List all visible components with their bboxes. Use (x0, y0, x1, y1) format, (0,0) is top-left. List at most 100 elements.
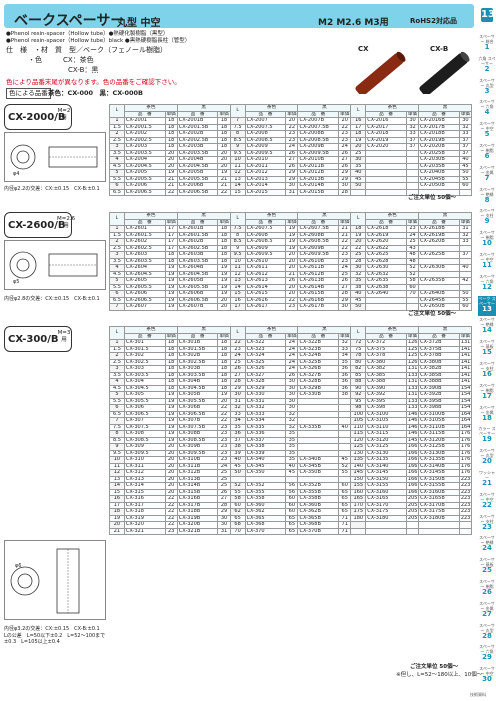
index-tab-13[interactable]: ベーク スペーサー 13 (478, 295, 496, 316)
price-cell: 176 (458, 449, 473, 457)
length-cell (350, 527, 367, 535)
part-number-cell (365, 527, 407, 535)
index-tab-8[interactable]: スペーサー 絶縁 8 (478, 187, 496, 207)
index-tab-number: 5 (484, 130, 490, 139)
price-cell: 166 (405, 469, 420, 477)
col-header-price: 単価 (338, 110, 352, 118)
length-cell: 70 (229, 527, 246, 535)
footer-label: 技術資料 (470, 692, 486, 697)
price-cell: 125 (405, 352, 420, 360)
part-number-cell: CX-321 (123, 527, 166, 535)
price-cell: 154 (458, 384, 473, 392)
index-tab-29[interactable]: スペーサー 六角 29 (478, 644, 496, 664)
index-tab-6[interactable]: スペーサー 樹脂 6 (478, 143, 496, 163)
col-header-l: L (350, 104, 367, 118)
price-cell: 223 (458, 488, 473, 496)
index-tab-19[interactable]: カラー スペーサー 19 (478, 426, 496, 446)
section-header-cx2600: CX-2600/B M=2.6用 (4, 212, 76, 238)
spec-cx-color: ：茶色 (72, 56, 94, 64)
spec-table-cx300: L 茶色黒 L 茶色黒 L 茶色黒品 番単価品 番単価品 番単価品 番単価品 番単価品 番… (109, 326, 473, 535)
index-tab-17[interactable]: スペーサー 樹脂 17 (478, 383, 496, 403)
index-tab-9[interactable]: スペーサー 支柱 9 (478, 208, 496, 228)
price-cell: 141 (458, 358, 473, 366)
col-header-price: 単価 (405, 332, 420, 340)
length-cell: 7 (109, 303, 125, 311)
tolerance-inner: 内径φ3.2の交差：CX:±0.15 CX-B:±0.1 (4, 626, 100, 632)
length-cell: 50 (350, 303, 367, 311)
part-number-cell: CX-2006.5 (123, 188, 166, 196)
price-cell: 176 (458, 469, 473, 477)
col-header-l: L (229, 104, 246, 118)
col-header-price: 単価 (338, 332, 352, 340)
price-cell: 23 (285, 303, 299, 311)
price-cell: 131 (405, 378, 420, 386)
price-cell: 141 (458, 378, 473, 386)
index-tab-30[interactable]: スペーサー 中空 30 (478, 666, 496, 686)
price-cell: 22 (164, 188, 178, 196)
price-cell: 141 (458, 345, 473, 353)
price-cell: 205 (405, 514, 420, 522)
price-cell: 28 (338, 188, 352, 196)
spacer-photo-image (355, 51, 470, 97)
index-tab-number: 24 (482, 544, 492, 553)
length-cell (350, 188, 367, 196)
tolerance-note: 内径φ2.8の交差：CX:±0.15 CX-B:±0.1 (4, 296, 100, 302)
index-tab-5[interactable]: スペーサー 中空 5 (478, 121, 496, 141)
price-cell: 166 (405, 443, 420, 451)
col-header-l: L (350, 212, 367, 226)
price-cell: 223 (458, 508, 473, 516)
color-legend-box: 色による品番 (6, 88, 51, 99)
index-tab-number: 28 (482, 631, 492, 640)
index-tab-16[interactable]: スペーサー 支柱 16 (478, 361, 496, 381)
spec-label: 仕 様 (6, 46, 27, 54)
index-tab-number: 19 (482, 435, 492, 444)
col-header-l: L (350, 326, 367, 340)
index-tab-7[interactable]: スペーサー 金属 7 (478, 165, 496, 185)
index-tab-1[interactable]: スペーサー 総合 1 (478, 34, 496, 54)
index-tab-number: 14 (482, 326, 492, 335)
col-header-l: L (229, 326, 246, 340)
price-cell: 133 (405, 384, 420, 392)
index-tab-25[interactable]: スペーサー 基板 25 (478, 557, 496, 577)
part-number-cell: CX-2607 (123, 303, 166, 311)
index-tab-15[interactable]: スペーサー 基板 15 (478, 339, 496, 359)
phi-label: φ5 (13, 279, 20, 285)
price-cell: 23 (164, 527, 178, 535)
index-tab-10[interactable]: スペーサー 樹脂 10 (478, 230, 496, 250)
index-tab-27[interactable]: スペーサー 金属 27 (478, 601, 496, 621)
dimension-drawing: φ4 (4, 132, 106, 182)
index-tab-24[interactable]: スペーサー 絶縁 24 (478, 535, 496, 555)
spec-color-key: ・色 (28, 56, 42, 64)
index-tab-4[interactable]: スペーサー 六角 4 (478, 99, 496, 119)
index-tab-28[interactable]: スペーサー 丸型 28 (478, 623, 496, 643)
price-cell: 166 (405, 456, 420, 464)
price-cell (458, 527, 473, 535)
part-number-cell: CX-2006.5B (176, 188, 219, 196)
price-cell: 141 (458, 371, 473, 379)
index-tab-22[interactable]: スペーサー 中空 22 (478, 492, 496, 512)
index-tab-12[interactable]: スペーサー 六角 12 (478, 274, 496, 294)
col-header-price: 単価 (458, 332, 473, 340)
index-tab-21[interactable]: ワッシャー 21 (478, 470, 496, 490)
index-tab-11[interactable]: スペーサー 中空 11 (478, 252, 496, 272)
index-tab-23[interactable]: スペーサー 支柱 23 (478, 514, 496, 534)
index-tab-number: 17 (482, 391, 492, 400)
page-subnumber: -02 (485, 18, 494, 24)
spec-material-key: ・材 質 (34, 46, 62, 54)
price-cell: 133 (405, 404, 420, 412)
section-m: M=2.6用 (57, 216, 76, 229)
price-cell: 164 (458, 417, 473, 425)
price-cell: 166 (405, 449, 420, 457)
price-cell: 176 (458, 462, 473, 470)
index-tab-3[interactable]: スペーサー 丸型 3 (478, 78, 496, 98)
index-tab-2[interactable]: 六角 スペーサー 2 (478, 56, 496, 76)
index-tab-14[interactable]: スペーサー 絶縁 14 (478, 317, 496, 337)
length-cell: 21 (109, 527, 125, 535)
price-cell: 131 (458, 339, 473, 347)
order-note: ※但し、L=52～180以上、10個～ (396, 672, 483, 678)
index-tab-20[interactable]: スペーサー 丸型 20 (478, 448, 496, 468)
price-cell: 145 (405, 436, 420, 444)
index-tab-18[interactable]: スペーサー 金属 18 (478, 405, 496, 425)
price-cell: 166 (405, 475, 420, 483)
index-tab-26[interactable]: スペーサー 樹脂 26 (478, 579, 496, 599)
